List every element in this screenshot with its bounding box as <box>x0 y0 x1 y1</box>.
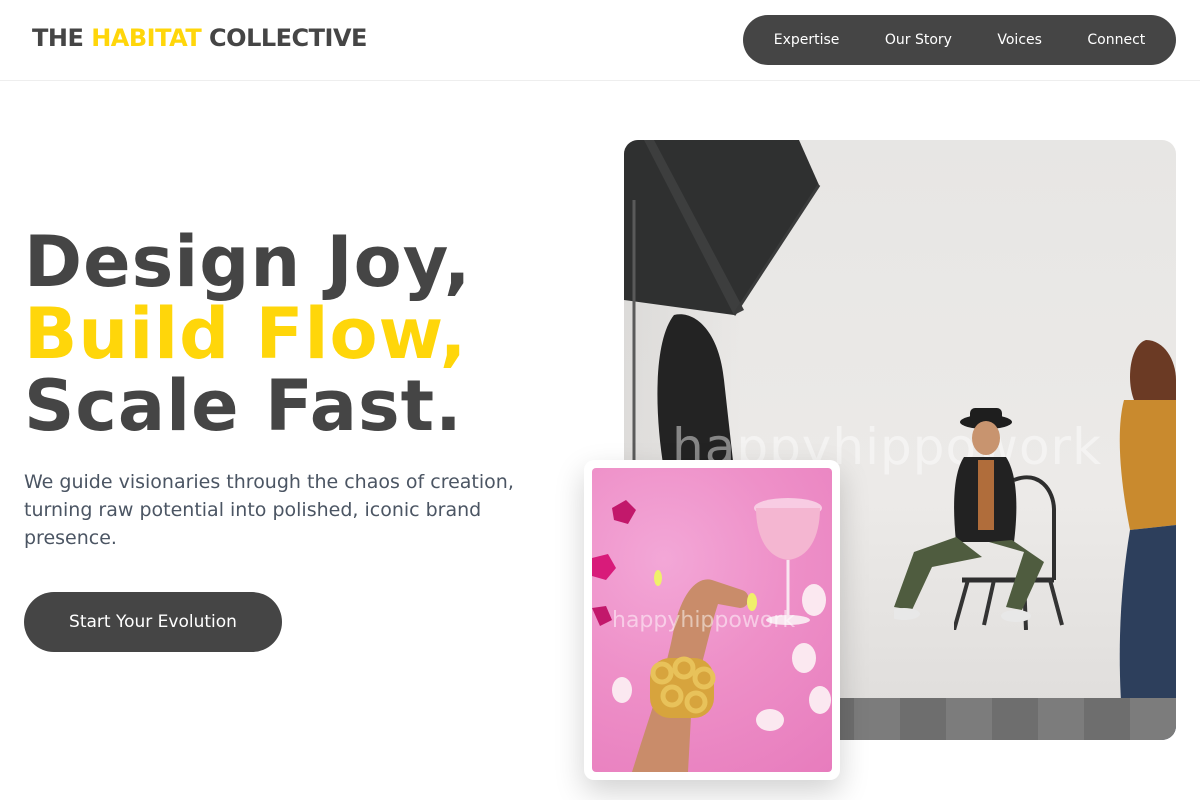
nav-item-voices[interactable]: Voices <box>985 26 1054 54</box>
headline-line-3: Scale Fast. <box>24 365 463 447</box>
headline-line-1: Design Joy, <box>24 221 472 303</box>
nav-item-our-story[interactable]: Our Story <box>873 26 964 54</box>
hero-headline: Design Joy, Build Flow, Scale Fast. <box>24 226 471 442</box>
nav-item-connect[interactable]: Connect <box>1075 26 1157 54</box>
brand-suffix: COLLECTIVE <box>201 24 367 52</box>
brand-highlight: HABITAT <box>91 24 202 52</box>
main-nav: Expertise Our Story Voices Connect <box>743 15 1176 65</box>
card-photo-watermark: happyhippowork <box>612 608 796 633</box>
photographer-figure <box>1119 340 1176 740</box>
jewelry-photo: happyhippowork <box>592 468 832 772</box>
hero-subcopy: We guide visionaries through the chaos o… <box>24 471 514 549</box>
headline-line-2: Build Flow, <box>24 293 468 375</box>
start-evolution-button[interactable]: Start Your Evolution <box>24 592 282 652</box>
seated-model-figure <box>894 408 1044 622</box>
jewelry-photo-card: happyhippowork <box>584 460 840 780</box>
brand-prefix: THE <box>32 24 92 52</box>
site-header: THE HABITAT COLLECTIVE Expertise Our Sto… <box>0 0 1200 81</box>
brand-logo[interactable]: THE HABITAT COLLECTIVE <box>32 24 367 52</box>
nav-item-expertise[interactable]: Expertise <box>762 26 852 54</box>
